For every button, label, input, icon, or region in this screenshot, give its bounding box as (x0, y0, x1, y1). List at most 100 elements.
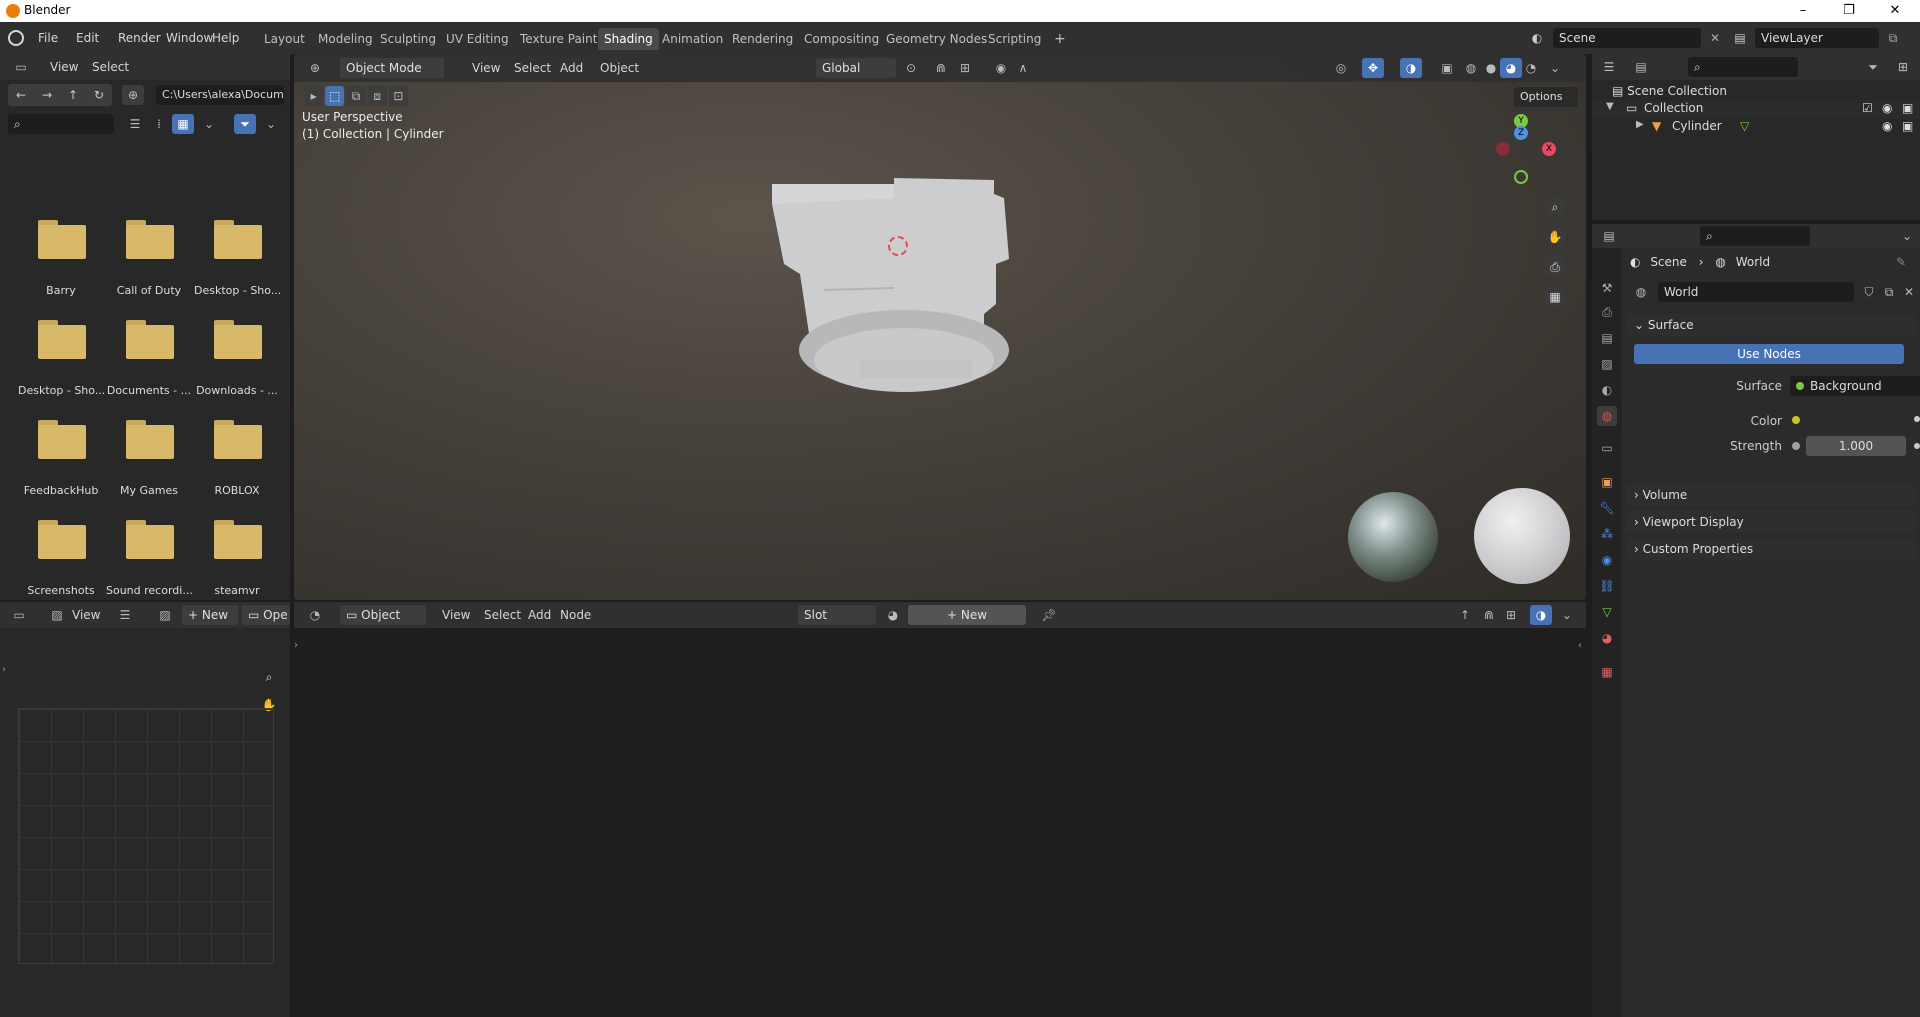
material-tab-icon[interactable]: ◕ (1597, 628, 1617, 648)
refresh-icon[interactable]: ↻ (94, 84, 104, 106)
image-view-menu[interactable]: View (68, 605, 104, 625)
editor-type-icon[interactable]: ▤ (1598, 226, 1620, 246)
maximize-button[interactable]: ❐ (1826, 0, 1872, 22)
expand-icon[interactable]: ▼ (1606, 101, 1614, 112)
outliner-row-cylinder[interactable]: ▶ ▼ Cylinder ▽ ◉ ▣ (1592, 118, 1920, 136)
world-tab-icon[interactable]: ◍ (1597, 406, 1617, 426)
folder-icon[interactable] (214, 220, 266, 260)
object-tab-icon[interactable]: ▣ (1597, 472, 1617, 492)
editor-type-icon[interactable]: ▭ (8, 605, 30, 625)
menu-file[interactable]: File (34, 28, 62, 48)
viewport-menu-select[interactable]: Select (510, 58, 555, 78)
render-tab-icon[interactable]: ⎙ (1597, 302, 1617, 322)
file-view-menu[interactable]: View (46, 57, 82, 77)
folder-name[interactable]: steamvr (194, 584, 280, 597)
view-layer-selector[interactable]: ViewLayer (1755, 28, 1879, 48)
folder-name[interactable]: Documents - ... (106, 384, 192, 397)
gizmo-neg-x-icon[interactable] (1496, 142, 1510, 156)
tab-geometry-nodes[interactable]: Geometry Nodes (880, 28, 993, 50)
collection-tab-icon[interactable]: ▭ (1597, 438, 1617, 458)
tab-animation[interactable]: Animation (656, 28, 729, 50)
editor-type-icon[interactable]: ☰ (1598, 57, 1620, 77)
view-layer-tab-icon[interactable]: ▨ (1597, 354, 1617, 374)
folder-name[interactable]: Screenshots (18, 584, 104, 597)
hamburger-menu-icon[interactable]: ☰ (114, 605, 136, 625)
editor-type-icon[interactable]: ⊕ (304, 58, 326, 78)
slot-selector[interactable]: Slot (798, 605, 876, 625)
folder-name[interactable]: My Games (106, 484, 192, 497)
unlink-icon[interactable]: ✕ (1898, 282, 1920, 302)
menu-edit[interactable]: Edit (72, 28, 103, 48)
camera-render-icon[interactable]: ▣ (1902, 101, 1913, 115)
tab-texture-paint[interactable]: Texture Paint (514, 28, 603, 50)
select-tool-icon[interactable]: ▸ (304, 86, 324, 106)
node-menu-view[interactable]: View (438, 605, 474, 625)
menu-help[interactable]: Help (208, 28, 243, 48)
overlay-toggle-icon[interactable]: ◑ (1400, 58, 1422, 78)
duplicate-icon[interactable]: ⧉ (1878, 282, 1900, 302)
pivot-icon[interactable]: ⊙ (900, 58, 922, 78)
output-tab-icon[interactable]: ▤ (1597, 328, 1617, 348)
folder-icon[interactable] (38, 420, 90, 460)
folder-name[interactable]: FeedbackHub (18, 484, 104, 497)
perspective-grid-icon[interactable]: ▦ (1544, 286, 1566, 308)
pin-icon[interactable]: 📌︎ (1038, 605, 1060, 625)
display-mode-icon[interactable]: ▤ (1630, 57, 1652, 77)
file-select-menu[interactable]: Select (88, 57, 133, 77)
new-collection-icon[interactable]: ⊞ (1892, 57, 1914, 77)
viewport-menu-object[interactable]: Object (596, 58, 643, 78)
tab-uv-editing[interactable]: UV Editing (440, 28, 515, 50)
viewport-menu-add[interactable]: Add (556, 58, 587, 78)
node-menu-node[interactable]: Node (556, 605, 595, 625)
node-editor[interactable]: ◔ ▭ Object Slot ◕ + New 📌︎ ↑ ⋒ ⊞ ◑ ⌄ Vie… (294, 602, 1586, 1017)
folder-icon[interactable] (126, 520, 178, 560)
transform-orientation-selector[interactable]: Global (816, 58, 896, 78)
surface-section-header[interactable]: ⌄ Surface (1626, 314, 1916, 336)
folder-icon[interactable] (126, 320, 178, 360)
filter-dropdown-icon[interactable]: ⌄ (260, 114, 282, 134)
list-vertical-icon[interactable]: ☰ (124, 114, 146, 134)
overlay-dropdown-icon[interactable]: ⌄ (1556, 605, 1578, 625)
forward-icon[interactable]: → (42, 84, 52, 106)
node-menu-add[interactable]: Add (524, 605, 555, 625)
select-subtract-icon[interactable]: ⧈ (367, 86, 387, 106)
folder-icon[interactable] (38, 520, 90, 560)
physics-tab-icon[interactable]: ◉ (1597, 550, 1617, 570)
strength-field[interactable]: 1.000 (1806, 436, 1906, 456)
data-tab-icon[interactable]: ▽ (1597, 602, 1617, 622)
filter-icon[interactable]: ⏷ (1862, 57, 1884, 77)
folder-icon[interactable] (214, 420, 266, 460)
folder-icon[interactable] (214, 520, 266, 560)
overlay-toggle-icon[interactable]: ◑ (1530, 605, 1552, 625)
chevron-down-icon[interactable]: ⌄ (198, 114, 220, 134)
snap-icon[interactable]: ⋒ (1478, 605, 1500, 625)
image-browse-icon[interactable]: ▨ (154, 605, 176, 625)
color-socket-icon[interactable] (1790, 410, 1802, 430)
proportional-edit-icon[interactable]: ◉ (990, 58, 1012, 78)
minimize-button[interactable]: – (1780, 0, 1826, 22)
checkbox-icon[interactable]: ☑ (1862, 101, 1873, 115)
camera-render-icon[interactable]: ▣ (1902, 119, 1913, 133)
fake-user-icon[interactable]: ⛉ (1858, 282, 1880, 302)
folder-icon[interactable] (38, 320, 90, 360)
file-search-input[interactable]: ⌕ (8, 114, 114, 134)
viewport-menu-view[interactable]: View (468, 58, 504, 78)
wireframe-shading-icon[interactable]: ◍ (1460, 58, 1482, 78)
expand-icon[interactable]: ▶ (1636, 119, 1644, 130)
tab-sculpting[interactable]: Sculpting (374, 28, 442, 50)
folder-icon[interactable] (214, 320, 266, 360)
material-browse-icon[interactable]: ◕ (882, 605, 904, 625)
uv-grid[interactable] (18, 708, 274, 964)
gizmo-neg-y-icon[interactable] (1514, 170, 1528, 184)
close-button[interactable]: ✕ (1872, 0, 1918, 22)
snap-target-icon[interactable]: ⊞ (954, 58, 976, 78)
sidebar-expand-icon[interactable]: ‹ (1578, 640, 1582, 651)
scene-icon[interactable]: ◐ (1525, 28, 1549, 48)
scene-selector[interactable]: Scene (1553, 28, 1701, 48)
folder-icon[interactable] (38, 220, 90, 260)
gizmo-z-icon[interactable]: Z (1514, 126, 1528, 140)
new-image-button[interactable]: + New (182, 605, 238, 625)
tab-shading[interactable]: Shading (598, 28, 659, 50)
select-extend-icon[interactable]: ⧉ (346, 86, 366, 106)
folder-name[interactable]: Desktop - Sho... (194, 284, 280, 297)
